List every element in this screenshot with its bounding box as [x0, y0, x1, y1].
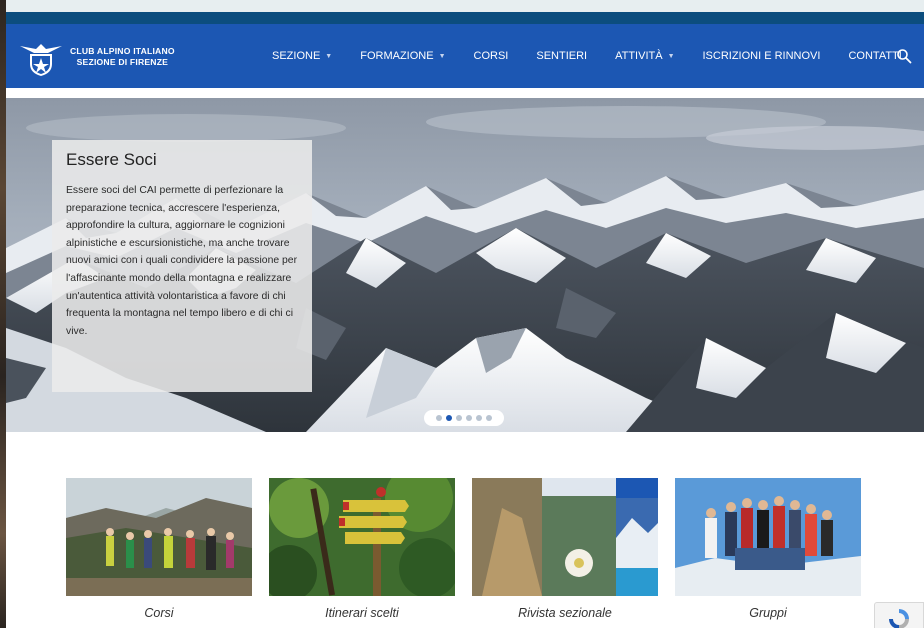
hero-caption-card: Essere Soci Essere soci del CAI permette…	[52, 140, 312, 392]
site-container: CLUB ALPINO ITALIANO SEZIONE DI FIRENZE …	[6, 0, 924, 628]
nav-item-sezione[interactable]: SEZIONE ▼	[258, 50, 346, 62]
recaptcha-icon	[889, 609, 909, 628]
main-nav: SEZIONE ▼ FORMAZIONE ▼ CORSI SENTIERI AT…	[258, 24, 916, 88]
brand-line-2: SEZIONE DI FIRENZE	[76, 57, 169, 67]
hero-title: Essere Soci	[66, 150, 157, 169]
gallery-image-rivista[interactable]	[472, 478, 658, 596]
gallery-tile-itinerari-scelti[interactable]: Itinerari scelti	[269, 478, 455, 620]
slider-dot[interactable]	[466, 415, 472, 421]
brand-name[interactable]: CLUB ALPINO ITALIANO SEZIONE DI FIRENZE	[70, 46, 175, 68]
slider-dot[interactable]	[456, 415, 462, 421]
nav-item-formazione[interactable]: FORMAZIONE ▼	[346, 50, 459, 62]
nav-item-label: SEZIONE	[272, 50, 321, 62]
nav-item-label: ISCRIZIONI E RINNOVI	[702, 50, 821, 62]
slider-dots	[424, 410, 504, 426]
nav-item-label: CORSI	[473, 50, 509, 62]
header-gap	[6, 88, 924, 98]
gallery-tile-corsi[interactable]: Corsi	[66, 478, 252, 620]
nav-item-attivita[interactable]: ATTIVITÀ ▼	[601, 50, 688, 62]
gallery-image-gruppi[interactable]	[675, 478, 861, 596]
nav-item-iscrizioni-e-rinnovi[interactable]: ISCRIZIONI E RINNOVI	[689, 50, 835, 62]
gallery-image-corsi[interactable]	[66, 478, 252, 596]
gallery-caption[interactable]: Itinerari scelti	[269, 606, 455, 620]
chevron-down-icon: ▼	[325, 52, 333, 60]
slider-dot[interactable]	[436, 415, 442, 421]
top-bar	[6, 0, 924, 24]
hero-text: Essere soci del CAI permette di perfezio…	[66, 185, 298, 337]
chevron-down-icon: ▼	[438, 52, 446, 60]
nav-item-corsi[interactable]: CORSI	[460, 50, 523, 62]
site-header: CLUB ALPINO ITALIANO SEZIONE DI FIRENZE …	[6, 24, 924, 88]
nav-item-sentieri[interactable]: SENTIERI	[522, 50, 601, 62]
slider-dot-active[interactable]	[446, 415, 452, 421]
hero-slider[interactable]: Essere Soci Essere soci del CAI permette…	[6, 98, 924, 432]
gallery-tile-rivista-sezionale[interactable]: Rivista sezionale	[472, 478, 658, 620]
nav-item-label: CONTATTI	[848, 50, 902, 62]
feature-gallery: Corsi Itinerari scelti Rivista sezionale…	[66, 478, 866, 628]
cai-logo-icon[interactable]	[18, 37, 64, 77]
gallery-tile-gruppi[interactable]: Gruppi	[675, 478, 861, 620]
slider-dot[interactable]	[476, 415, 482, 421]
chevron-down-icon: ▼	[667, 52, 675, 60]
brand-line-1: CLUB ALPINO ITALIANO	[70, 46, 175, 56]
top-strip	[6, 0, 924, 12]
recaptcha-badge[interactable]	[874, 602, 924, 628]
slider-dot[interactable]	[486, 415, 492, 421]
nav-item-label: SENTIERI	[536, 50, 588, 62]
gallery-caption[interactable]: Corsi	[66, 606, 252, 620]
nav-item-label: ATTIVITÀ	[615, 50, 663, 62]
gallery-caption[interactable]: Gruppi	[675, 606, 861, 620]
nav-item-label: FORMAZIONE	[360, 50, 434, 62]
gallery-image-itinerari[interactable]	[269, 478, 455, 596]
search-icon[interactable]	[896, 48, 912, 64]
gallery-caption[interactable]: Rivista sezionale	[472, 606, 658, 620]
